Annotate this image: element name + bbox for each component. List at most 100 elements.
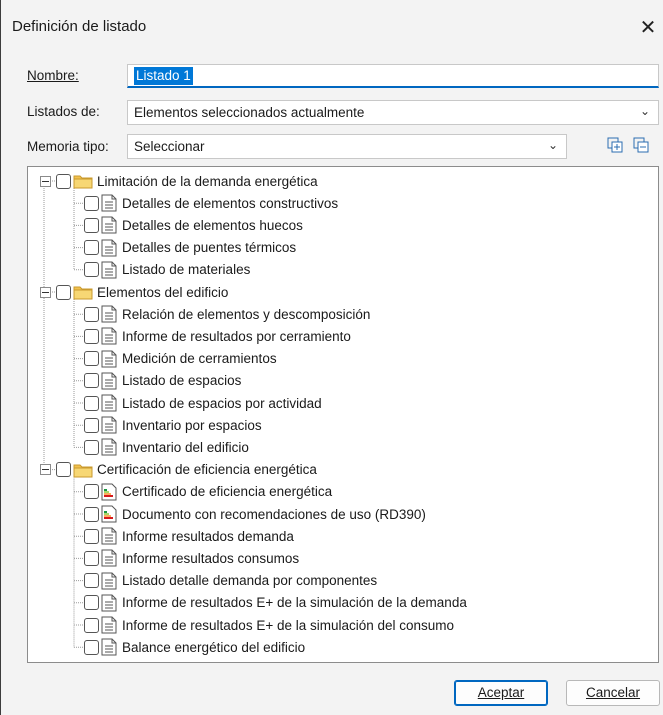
- cancelar-button-label: Cancelar: [585, 685, 641, 700]
- checkbox[interactable]: [84, 306, 99, 322]
- listados-select-value: Elementos seleccionados actualmente: [134, 105, 365, 120]
- document-icon: [101, 327, 117, 345]
- checkbox[interactable]: [84, 595, 99, 611]
- title-bar: Definición de listado ✕: [1, 0, 663, 62]
- tree-item-row[interactable]: Certificado de eficiencia energética: [84, 481, 332, 503]
- tree-item-row[interactable]: Informe de resultados E+ de la simulació…: [84, 592, 467, 614]
- tree-item-row[interactable]: Listado de espacios: [84, 370, 241, 392]
- nombre-label: Nombre:: [27, 68, 79, 83]
- tree-item-row[interactable]: Listado de espacios por actividad: [84, 392, 322, 414]
- document-icon: [101, 416, 117, 434]
- tree-item-label: Documento con recomendaciones de uso (RD…: [122, 506, 426, 522]
- tree-item-row[interactable]: Relación de elementos y descomposición: [84, 303, 370, 325]
- folder-icon: [73, 173, 93, 189]
- document-icon: [101, 261, 117, 279]
- window-title: Definición de listado: [12, 18, 147, 35]
- memoria-select-value: Seleccionar: [134, 139, 205, 154]
- tree-group-row[interactable]: Certificación de eficiencia energética: [40, 459, 317, 481]
- tree-item-label: Detalles de elementos huecos: [122, 217, 303, 233]
- tree-item-row[interactable]: Listado detalle demanda por componentes: [84, 570, 377, 592]
- tree-item-label: Detalles de elementos constructivos: [122, 195, 339, 211]
- checkbox[interactable]: [84, 617, 99, 633]
- collapse-toggle-icon[interactable]: [40, 286, 51, 298]
- checkbox[interactable]: [84, 351, 99, 367]
- memoria-label: Memoria tipo:: [27, 139, 109, 154]
- checkbox[interactable]: [84, 639, 99, 655]
- document-icon: [101, 216, 117, 234]
- tree-item-row[interactable]: Informe de resultados por cerramiento: [84, 325, 351, 347]
- energy-label-icon: [101, 483, 117, 501]
- cancelar-button[interactable]: Cancelar: [566, 680, 660, 706]
- document-icon: [101, 527, 117, 545]
- checkbox[interactable]: [84, 550, 99, 566]
- energy-label-icon: [101, 505, 117, 523]
- collapse-all-icon[interactable]: [631, 137, 651, 157]
- dialog-window: Definición de listado ✕ Nombre: Listado …: [0, 0, 663, 715]
- checkbox[interactable]: [84, 395, 99, 411]
- tree-item-label: Inventario del edificio: [122, 439, 249, 455]
- checkbox[interactable]: [84, 195, 99, 211]
- tree-item-row[interactable]: Informe de resultados E+ de la simulació…: [84, 614, 454, 636]
- checkbox[interactable]: [84, 373, 99, 389]
- checkbox[interactable]: [84, 573, 99, 589]
- tree-item-label: Balance energético del edificio: [122, 639, 306, 655]
- document-icon: [101, 638, 117, 656]
- checkbox[interactable]: [84, 240, 99, 256]
- checkbox[interactable]: [84, 439, 99, 455]
- tree-item-label: Informe de resultados E+ de la simulació…: [122, 617, 455, 633]
- document-icon: [101, 549, 117, 567]
- tree-item-label: Detalles de puentes térmicos: [122, 240, 297, 256]
- checkbox[interactable]: [84, 417, 99, 433]
- tree-group-row[interactable]: Limitación de la demanda energética: [40, 170, 318, 192]
- nombre-input[interactable]: Listado 1: [127, 64, 659, 88]
- tree-item-label: Informe resultados demanda: [122, 528, 294, 544]
- aceptar-button[interactable]: Aceptar: [454, 680, 548, 706]
- checkbox[interactable]: [84, 328, 99, 344]
- checkbox[interactable]: [84, 506, 99, 522]
- nombre-input-value: Listado 1: [134, 67, 193, 85]
- checkbox[interactable]: [84, 528, 99, 544]
- tree-item-label: Relación de elementos y descomposición: [122, 306, 371, 322]
- close-icon[interactable]: ✕: [633, 10, 663, 46]
- chevron-down-icon: ⌄: [639, 104, 650, 118]
- checkbox[interactable]: [56, 284, 71, 300]
- tree-item-row[interactable]: Inventario del edificio: [84, 436, 249, 458]
- tree-item-row[interactable]: Documento con recomendaciones de uso (RD…: [84, 503, 426, 525]
- checkbox[interactable]: [56, 462, 71, 478]
- tree-item-row[interactable]: Informe resultados demanda: [84, 525, 294, 547]
- report-tree[interactable]: Limitación de la demanda energética Detal…: [27, 166, 659, 663]
- checkbox[interactable]: [84, 262, 99, 278]
- tree-item-label: Informe de resultados E+ de la simulació…: [122, 595, 467, 611]
- listados-select[interactable]: Elementos seleccionados actualmente ⌄: [127, 100, 659, 125]
- tree-group-row[interactable]: Elementos del edificio: [40, 281, 228, 303]
- tree-item-row[interactable]: Detalles de elementos huecos: [84, 214, 303, 236]
- folder-icon: [73, 462, 93, 478]
- tree-group-label: Elementos del edificio: [97, 284, 229, 300]
- tree-group-label: Certificación de eficiencia energética: [97, 462, 317, 478]
- memoria-select[interactable]: Seleccionar ⌄: [127, 134, 567, 159]
- tree-item-label: Listado de materiales: [122, 262, 251, 278]
- checkbox[interactable]: [84, 484, 99, 500]
- listados-label: Listados de:: [27, 104, 100, 119]
- tree-item-label: Certificado de eficiencia energética: [122, 484, 333, 500]
- tree-item-row[interactable]: Inventario por espacios: [84, 414, 262, 436]
- document-icon: [101, 572, 117, 590]
- tree-item-row[interactable]: Balance energético del edificio: [84, 636, 305, 658]
- collapse-toggle-icon[interactable]: [40, 175, 51, 187]
- document-icon: [101, 305, 117, 323]
- collapse-toggle-icon[interactable]: [40, 464, 51, 476]
- tree-item-row[interactable]: Listado de materiales: [84, 259, 250, 281]
- expand-all-icon[interactable]: [605, 137, 625, 157]
- document-icon: [101, 438, 117, 456]
- checkbox[interactable]: [56, 173, 71, 189]
- tree-item-row[interactable]: Detalles de puentes térmicos: [84, 237, 296, 259]
- tree-item-label: Listado detalle demanda por componentes: [122, 573, 378, 589]
- tree-item-row[interactable]: Medición de cerramientos: [84, 348, 277, 370]
- checkbox[interactable]: [84, 217, 99, 233]
- tree-item-label: Listado de espacios: [122, 373, 242, 389]
- tree-item-row[interactable]: Informe resultados consumos: [84, 547, 299, 569]
- document-icon: [101, 594, 117, 612]
- tree-item-label: Listado de espacios por actividad: [122, 395, 322, 411]
- tree-item-row[interactable]: Detalles de elementos constructivos: [84, 192, 338, 214]
- tree-item-label: Informe de resultados por cerramiento: [122, 328, 351, 344]
